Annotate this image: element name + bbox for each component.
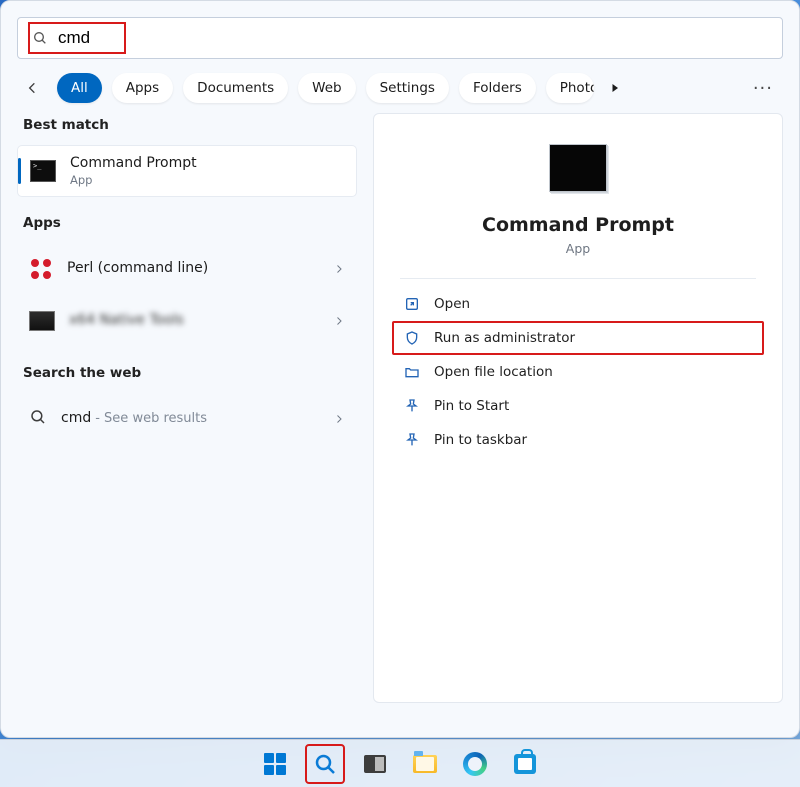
search-highlight (28, 22, 126, 54)
taskbar-store-button[interactable] (505, 744, 545, 784)
taskbar-start-button[interactable] (255, 744, 295, 784)
preview-pane: Command Prompt App Open Run as administr… (373, 113, 783, 703)
result-title: cmd (61, 410, 91, 428)
start-search-panel: All Apps Documents Web Settings Folders … (0, 0, 800, 738)
preview-title: Command Prompt (374, 214, 782, 236)
folder-icon (404, 364, 420, 380)
chevron-right-icon (333, 260, 345, 279)
action-open[interactable]: Open (374, 287, 782, 321)
open-icon (404, 296, 420, 312)
result-subtitle: App (70, 173, 197, 187)
filter-row: All Apps Documents Web Settings Folders … (19, 73, 781, 103)
action-label: Run as administrator (434, 330, 575, 346)
filters-scroll-right[interactable] (608, 81, 622, 95)
perl-icon (29, 257, 53, 281)
pin-icon (404, 432, 420, 448)
command-prompt-icon (30, 160, 56, 182)
search-bar[interactable] (17, 17, 783, 59)
action-open-file-location[interactable]: Open file location (374, 355, 782, 389)
result-web-cmd[interactable]: cmd - See web results (17, 393, 357, 445)
taskbar-task-view-button[interactable] (355, 744, 395, 784)
result-command-prompt[interactable]: Command Prompt App (17, 145, 357, 197)
task-view-icon (364, 755, 386, 773)
shield-icon (404, 330, 420, 346)
filter-settings[interactable]: Settings (366, 73, 449, 103)
result-redacted-app[interactable]: x64 Native Tools (17, 295, 357, 347)
pin-icon (404, 398, 420, 414)
taskbar (0, 739, 800, 787)
result-title: x64 Native Tools (69, 312, 184, 330)
section-search-web: Search the web (23, 365, 351, 381)
action-label: Pin to taskbar (434, 432, 527, 448)
back-button[interactable] (19, 74, 47, 102)
result-title: Perl (command line) (67, 260, 208, 278)
microsoft-store-icon (514, 754, 536, 774)
filter-folders[interactable]: Folders (459, 73, 536, 103)
section-apps: Apps (23, 215, 351, 231)
search-icon (29, 408, 47, 430)
result-title: Command Prompt (70, 155, 197, 173)
more-options-button[interactable]: ··· (745, 78, 781, 99)
results-area: Best match Command Prompt App Apps Perl … (17, 113, 783, 703)
action-pin-to-start[interactable]: Pin to Start (374, 389, 782, 423)
chevron-right-icon (333, 410, 345, 429)
taskbar-search-button[interactable] (305, 744, 345, 784)
section-best-match: Best match (23, 117, 351, 133)
filter-photos[interactable]: Photos (546, 73, 594, 103)
taskbar-edge-button[interactable] (455, 744, 495, 784)
result-perl[interactable]: Perl (command line) (17, 243, 357, 295)
result-subtitle: - See web results (95, 411, 207, 427)
file-explorer-icon (413, 755, 437, 773)
search-icon (32, 30, 48, 46)
command-prompt-icon (549, 144, 607, 192)
search-icon (313, 752, 337, 776)
action-run-as-admin[interactable]: Run as administrator (392, 321, 764, 355)
taskbar-explorer-button[interactable] (405, 744, 445, 784)
action-pin-to-taskbar[interactable]: Pin to taskbar (374, 423, 782, 457)
action-label: Open file location (434, 364, 553, 380)
results-list: Best match Command Prompt App Apps Perl … (17, 113, 357, 703)
preview-subtitle: App (374, 241, 782, 256)
action-label: Pin to Start (434, 398, 509, 414)
divider (400, 278, 756, 279)
action-label: Open (434, 296, 470, 312)
filter-documents[interactable]: Documents (183, 73, 288, 103)
edge-icon (463, 752, 487, 776)
console-icon (29, 311, 55, 331)
filter-web[interactable]: Web (298, 73, 355, 103)
windows-icon (264, 753, 286, 775)
filter-all[interactable]: All (57, 73, 102, 103)
search-input[interactable] (58, 28, 118, 48)
filter-apps[interactable]: Apps (112, 73, 173, 103)
chevron-right-icon (333, 312, 345, 331)
